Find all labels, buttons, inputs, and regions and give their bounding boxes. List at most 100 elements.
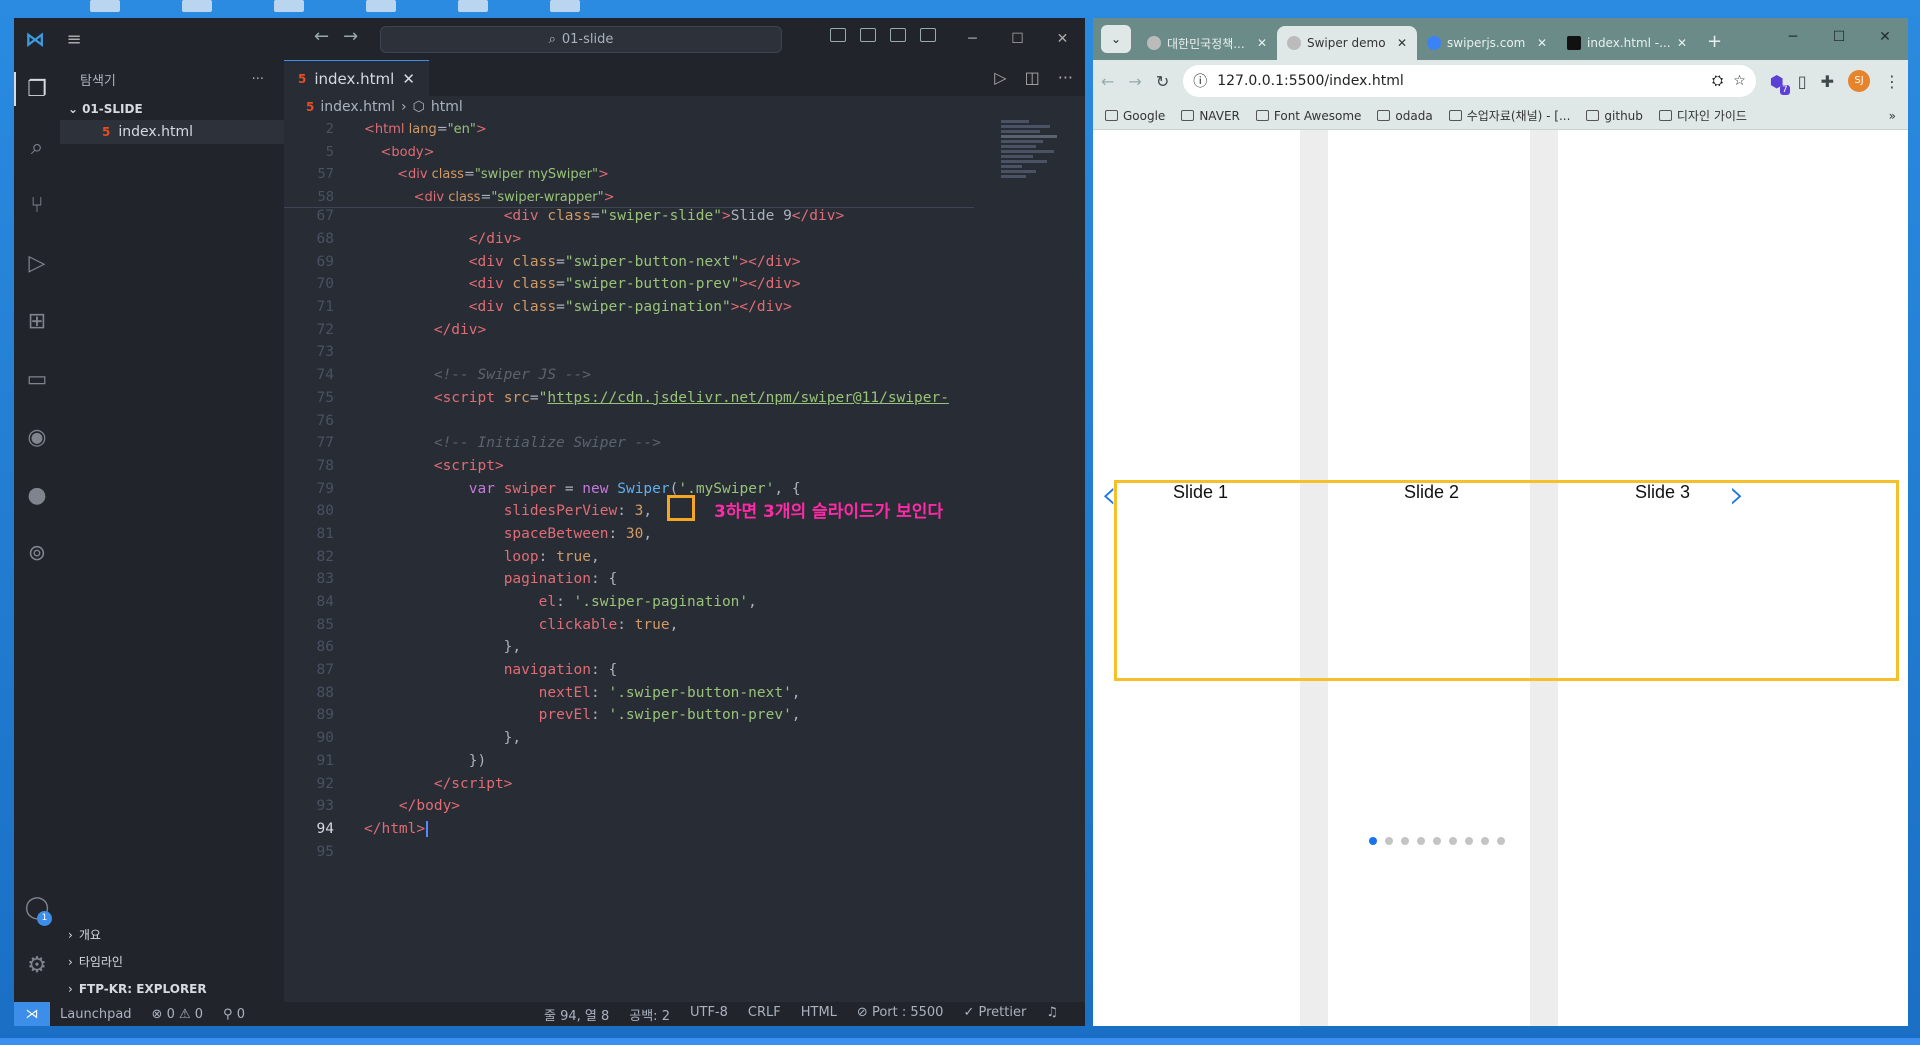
source-control-icon[interactable]: ⑂ — [14, 176, 60, 234]
customize-layout-icon[interactable] — [920, 28, 936, 42]
code-line[interactable]: 71 <div class="swiper-pagination"></div> — [284, 296, 974, 319]
code-line[interactable]: 93 </body> — [284, 795, 974, 818]
code-line[interactable]: 84 el: '.swiper-pagination', — [284, 591, 974, 614]
code-line[interactable]: 82 loop: true, — [284, 545, 974, 568]
more-actions-icon[interactable]: ··· — [1058, 68, 1073, 87]
code-body[interactable]: 67 <div class="swiper-slide">Slide 9</di… — [284, 205, 974, 863]
code-line[interactable]: 88 nextEl: '.swiper-button-next', — [284, 681, 974, 704]
back-arrow-icon[interactable]: ← — [314, 26, 329, 47]
pagination-bullet[interactable] — [1497, 837, 1505, 845]
code-line[interactable]: 95 — [284, 840, 974, 863]
pagination-bullet[interactable] — [1433, 837, 1441, 845]
tab-search-button[interactable]: ⌄ — [1101, 25, 1131, 53]
ports-status[interactable]: ⚲ 0 — [213, 1007, 255, 1022]
slide-3[interactable]: Slide 3 — [1635, 482, 1690, 503]
forward-arrow-icon[interactable]: → — [1128, 72, 1141, 91]
code-line[interactable]: 70 <div class="swiper-button-prev"></div… — [284, 273, 974, 296]
translate-icon[interactable]: ⛭ — [1712, 73, 1723, 89]
bookmark-star-icon[interactable]: ☆ — [1733, 73, 1746, 89]
file-item-index-html[interactable]: 5 index.html — [60, 120, 284, 144]
chrome-menu-icon[interactable]: ⋮ — [1884, 72, 1900, 91]
close-tab-icon[interactable]: ✕ — [1257, 36, 1267, 50]
prettier-status[interactable]: ✓ Prettier — [953, 1005, 1036, 1024]
launchpad-status[interactable]: Launchpad — [50, 1007, 142, 1022]
close-button[interactable]: ✕ — [1862, 18, 1908, 60]
pagination-bullet[interactable] — [1449, 837, 1457, 845]
bookmark-item[interactable]: Google — [1105, 109, 1165, 123]
code-line[interactable]: 94 </html> — [284, 818, 974, 841]
code-line[interactable]: 90 }, — [284, 727, 974, 750]
code-line[interactable]: 58 <div class="swiper-wrapper"> — [284, 186, 974, 209]
pagination-bullet[interactable] — [1385, 837, 1393, 845]
forward-arrow-icon[interactable]: → — [343, 26, 358, 47]
account-icon[interactable]: ◯ 1 — [14, 878, 60, 936]
code-line[interactable]: 81 spaceBetween: 30, — [284, 523, 974, 546]
swiper-next-button[interactable]: › — [1729, 475, 1745, 515]
explorer-icon[interactable]: ❐ — [14, 60, 60, 118]
side-panel-icon[interactable]: ▯ — [1798, 72, 1807, 91]
code-line[interactable]: 83 pagination: { — [284, 568, 974, 591]
maximize-button[interactable]: ☐ — [1816, 18, 1862, 60]
code-line[interactable]: 87 navigation: { — [284, 659, 974, 682]
run-icon[interactable]: ▷ — [994, 68, 1006, 87]
code-line[interactable]: 77 <!-- Initialize Swiper --> — [284, 432, 974, 455]
swiper-prev-button[interactable]: ‹ — [1101, 475, 1117, 515]
extensions-icon[interactable]: ⊞ — [14, 292, 60, 350]
code-line[interactable]: 89 prevEl: '.swiper-button-prev', — [284, 704, 974, 727]
remote-explorer-icon[interactable]: ▭ — [14, 350, 60, 408]
remote-icon[interactable]: ⋊ — [14, 1002, 50, 1026]
pagination-bullet[interactable] — [1481, 837, 1489, 845]
slide-2[interactable]: Slide 2 — [1404, 482, 1459, 503]
bookmark-item[interactable]: 수업자료(채널) - [... — [1448, 107, 1570, 124]
code-line[interactable]: 73 — [284, 341, 974, 364]
new-tab-button[interactable]: + — [1697, 31, 1732, 60]
bookmark-item[interactable]: Font Awesome — [1255, 109, 1361, 123]
search-view-icon[interactable]: ⌕ — [14, 118, 60, 176]
problems-status[interactable]: ⊗ 0 ⚠ 0 — [142, 1007, 214, 1022]
live-server-port[interactable]: ⊘ Port : 5500 — [847, 1005, 954, 1024]
settings-gear-icon[interactable]: ⚙ — [14, 936, 60, 994]
extension-icon[interactable]: ⬢ 7 — [1770, 72, 1790, 95]
code-line[interactable]: 75 <script src="https://cdn.jsdelivr.net… — [284, 387, 974, 410]
encoding[interactable]: UTF-8 — [680, 1005, 738, 1024]
minimap[interactable] — [1001, 118, 1071, 238]
eol[interactable]: CRLF — [738, 1005, 791, 1024]
profile-avatar[interactable]: SJ — [1848, 70, 1870, 92]
close-tab-icon[interactable]: ✕ — [1537, 36, 1547, 50]
pagination-bullet[interactable] — [1369, 837, 1377, 845]
tab-index-html[interactable]: 5 index.html ✕ — [284, 60, 429, 96]
run-debug-icon[interactable]: ▷ — [14, 234, 60, 292]
json-icon[interactable]: ● — [14, 466, 60, 524]
code-line[interactable]: 85 clickable: true, — [284, 613, 974, 636]
code-line[interactable]: 69 <div class="swiper-button-next"></div… — [284, 250, 974, 273]
bookmark-item[interactable]: github — [1586, 109, 1643, 123]
code-line[interactable]: 5 <body> — [284, 141, 974, 164]
browser-tab[interactable]: index.html -... ✕ — [1557, 26, 1697, 60]
git-graph-icon[interactable]: ⊚ — [14, 524, 60, 582]
code-line[interactable]: 86 }, — [284, 636, 974, 659]
code-line[interactable]: 2 <html lang="en"> — [284, 118, 974, 141]
more-bookmarks-icon[interactable]: » — [1889, 109, 1896, 123]
close-button[interactable]: ✕ — [1040, 18, 1085, 60]
section-outline[interactable]: › 개요 — [60, 921, 284, 948]
pagination-bullet[interactable] — [1417, 837, 1425, 845]
breadcrumb-node[interactable]: html — [431, 99, 463, 115]
code-line[interactable]: 92 </script> — [284, 772, 974, 795]
code-line[interactable]: 91 }) — [284, 750, 974, 773]
close-tab-icon[interactable]: ✕ — [402, 70, 415, 88]
code-line[interactable]: 57 <div class="swiper mySwiper"> — [284, 163, 974, 186]
cursor-position[interactable]: 줄 94, 열 8 — [534, 1005, 619, 1024]
code-line[interactable]: 68 </div> — [284, 228, 974, 251]
github-icon[interactable]: ◉ — [14, 408, 60, 466]
extensions-puzzle-icon[interactable]: ✚ — [1821, 72, 1834, 91]
section-timeline[interactable]: › 타임라인 — [60, 948, 284, 975]
pagination-bullet[interactable] — [1465, 837, 1473, 845]
code-line[interactable]: 76 — [284, 409, 974, 432]
code-line[interactable]: 78 <script> — [284, 455, 974, 478]
minimize-button[interactable]: ─ — [950, 18, 995, 60]
bookmark-item[interactable]: NAVER — [1181, 109, 1240, 123]
close-tab-icon[interactable]: ✕ — [1677, 36, 1687, 50]
slide-1[interactable]: Slide 1 — [1173, 482, 1228, 503]
code-line[interactable]: 74 <!-- Swiper JS --> — [284, 364, 974, 387]
command-center-search[interactable]: ⌕ 01-slide — [380, 26, 782, 53]
